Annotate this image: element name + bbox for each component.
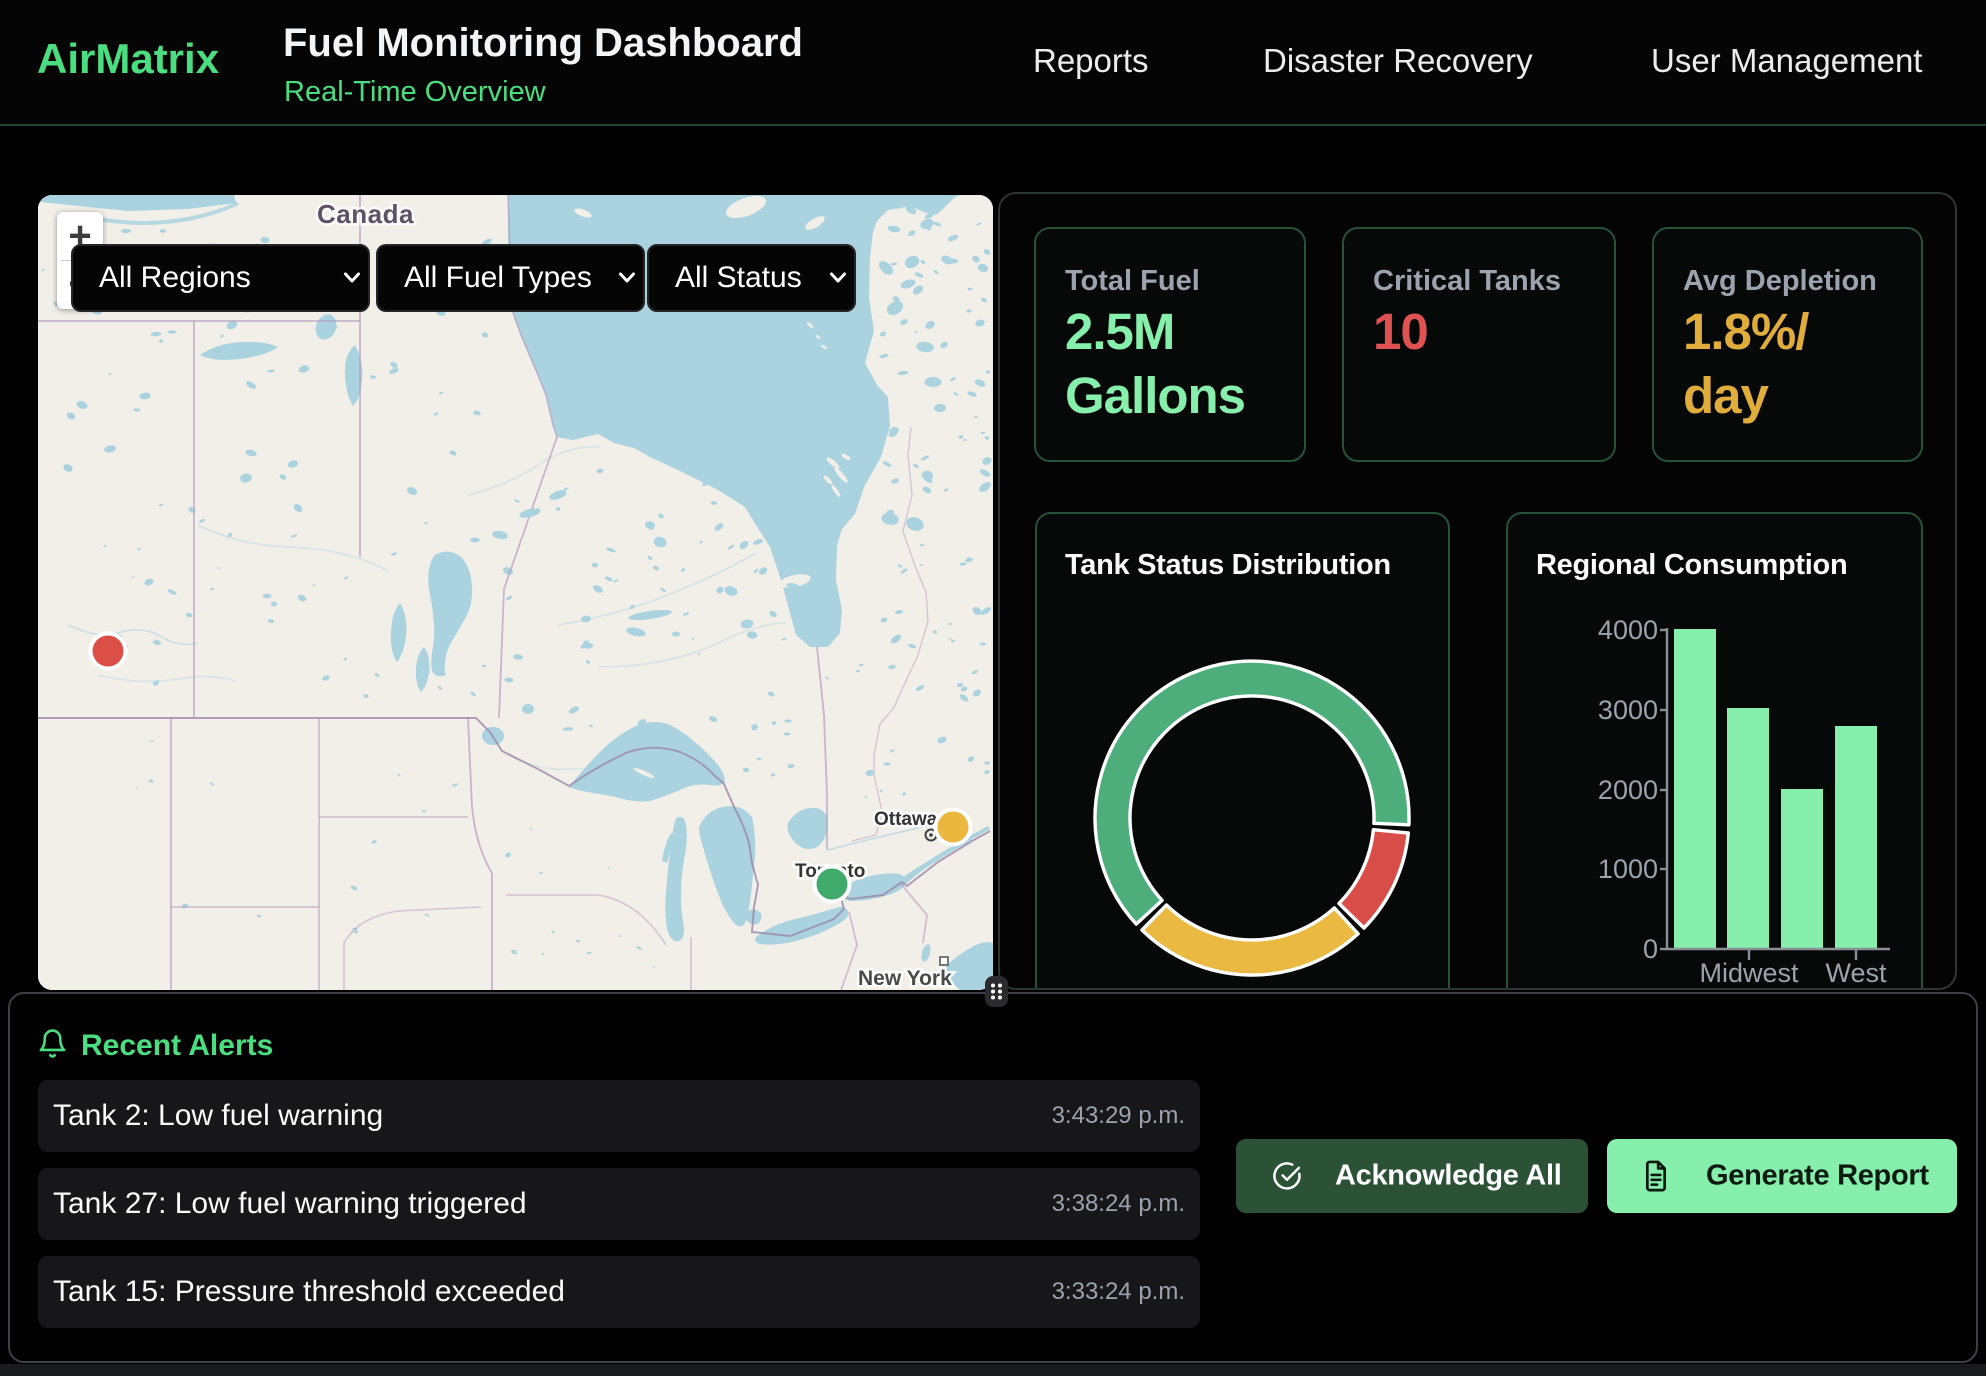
svg-text:Midwest: Midwest: [1699, 958, 1799, 988]
svg-text:1000: 1000: [1598, 854, 1658, 884]
svg-text:2000: 2000: [1598, 775, 1658, 805]
svg-text:West: West: [1825, 958, 1887, 988]
svg-text:Ottawa: Ottawa: [874, 809, 938, 830]
svg-text:New York: New York: [858, 967, 952, 990]
svg-text:0: 0: [1643, 934, 1658, 964]
svg-text:3000: 3000: [1598, 695, 1658, 725]
svg-text:4000: 4000: [1598, 615, 1658, 645]
svg-text:Canada: Canada: [317, 199, 414, 229]
